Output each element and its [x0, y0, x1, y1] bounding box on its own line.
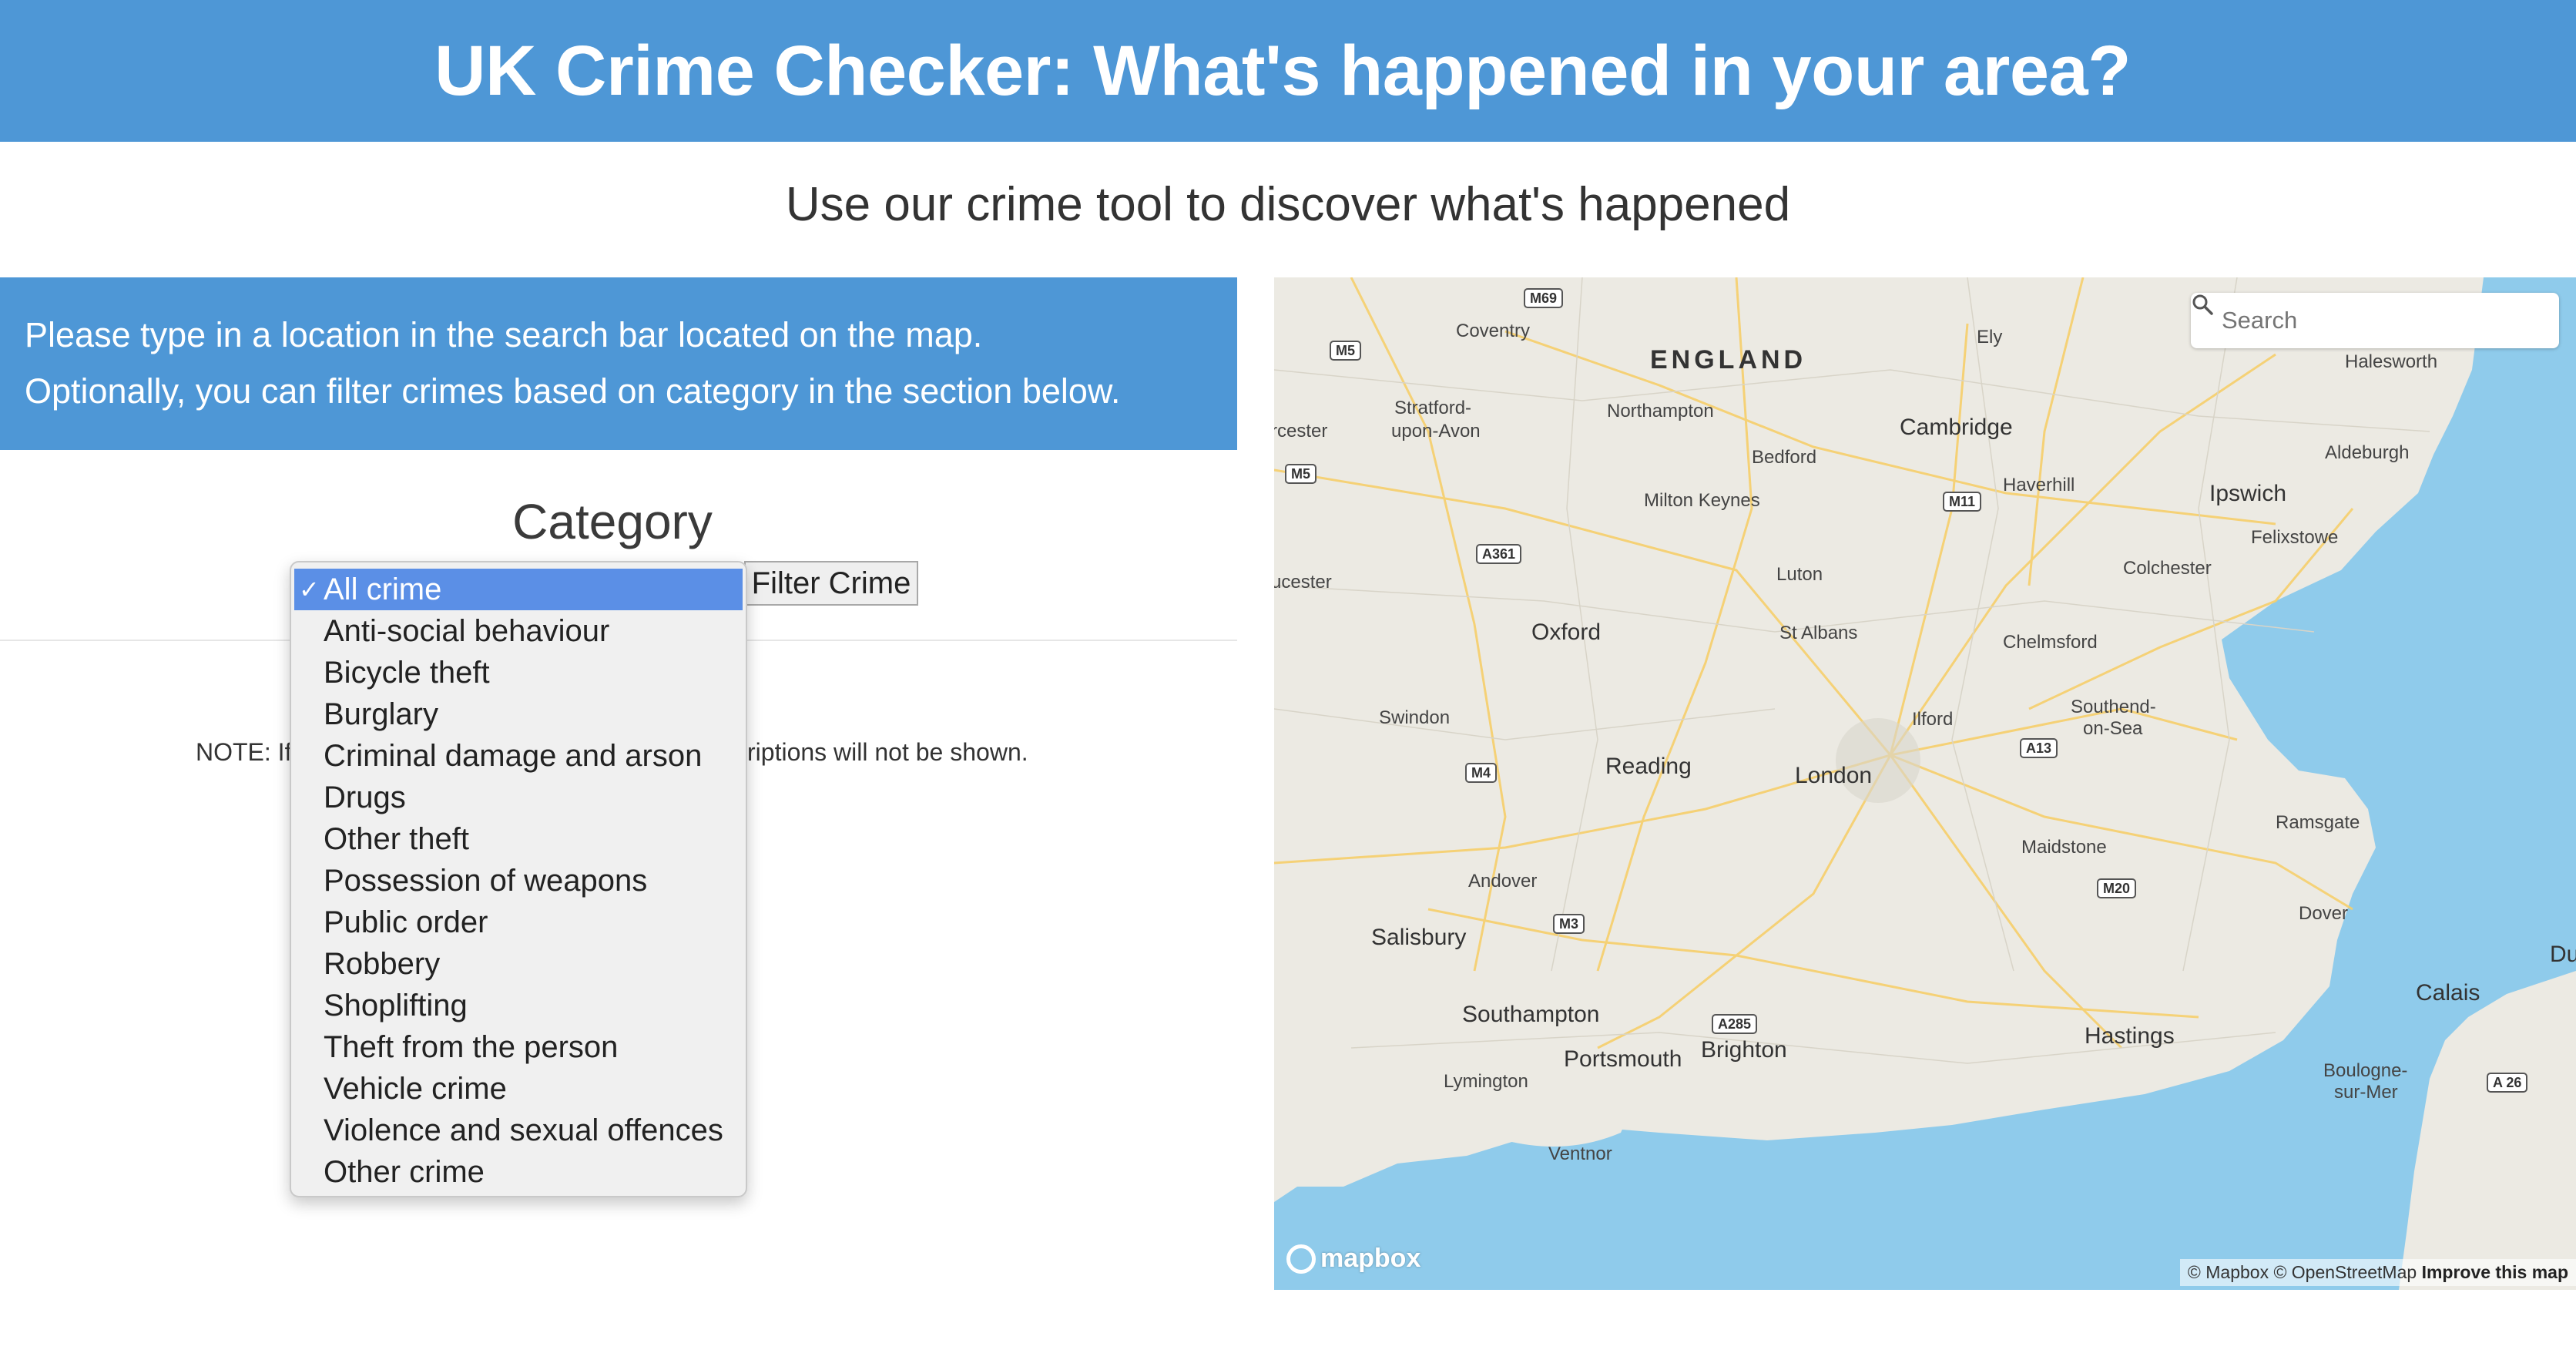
category-option[interactable]: Other crime	[291, 1151, 746, 1193]
category-option[interactable]: Possession of weapons	[291, 860, 746, 902]
road-shield: A285	[1712, 1014, 1758, 1034]
map-place-label: Cambridge	[1900, 415, 2013, 440]
map-place-label: Dover	[2299, 903, 2349, 924]
mapbox-logo[interactable]: mapbox	[1286, 1244, 1420, 1274]
note-text-right: riptions will not be shown.	[747, 738, 1028, 766]
instructions-panel: Please type in a location in the search …	[0, 277, 1237, 450]
map-search-input[interactable]	[2222, 307, 2514, 334]
map-place-label: Andover	[1468, 871, 1538, 892]
category-option[interactable]: Robbery	[291, 943, 746, 985]
category-option[interactable]: Shoplifting	[291, 985, 746, 1026]
map-place-label: Luton	[1776, 564, 1823, 585]
map-place-label: rcester	[1274, 421, 1328, 442]
map-place-label: upon-Avon	[1391, 421, 1481, 442]
map-place-label: sur-Mer	[2334, 1082, 2398, 1103]
filter-crime-button[interactable]: Filter Crime	[744, 561, 918, 606]
map-place-label: Southampton	[1462, 1002, 1600, 1027]
map-search-box[interactable]	[2191, 293, 2559, 348]
road-shield: M4	[1465, 763, 1498, 783]
map-place-label: Stratford-	[1394, 398, 1472, 418]
map-place-label: Lymington	[1444, 1071, 1528, 1092]
map-place-label: Ely	[1977, 327, 2003, 348]
map-place-label: Northampton	[1607, 401, 1714, 421]
map-place-label: Salisbury	[1371, 925, 1467, 950]
checkmark-icon: ✓	[299, 576, 320, 603]
category-label: Category	[512, 494, 713, 549]
page-subtitle: Use our crime tool to discover what's ha…	[785, 178, 1791, 231]
category-option[interactable]: ✓ All crime	[294, 569, 743, 610]
road-shield: M11	[1943, 492, 1982, 512]
map-place-label: Ventnor	[1548, 1143, 1612, 1164]
map-attribution-text[interactable]: © Mapbox © OpenStreetMap	[2188, 1262, 2417, 1282]
map-country-label: ENGLAND	[1650, 345, 1807, 374]
road-shield: A 26	[2487, 1073, 2528, 1093]
road-shield: M3	[1553, 914, 1585, 934]
search-icon	[2192, 294, 2213, 315]
map-place-label: Coventry	[1456, 321, 1531, 341]
map-place-label: Hastings	[2085, 1023, 2175, 1049]
mapbox-logo-icon	[1286, 1244, 1316, 1274]
map-place-label: Reading	[1605, 754, 1692, 779]
map-place-label: Southend-	[2071, 697, 2156, 717]
category-option[interactable]: Vehicle crime	[291, 1068, 746, 1110]
page-header: UK Crime Checker: What's happened in you…	[0, 0, 2576, 142]
road-shield: M20	[2097, 878, 2137, 898]
category-option[interactable]: Public order	[291, 902, 746, 943]
instructions-line-1: Please type in a location in the search …	[25, 315, 983, 354]
map-place-label: Portsmouth	[1564, 1046, 1682, 1072]
map-place-label: Ramsgate	[2276, 812, 2360, 833]
road-shield: M69	[1524, 288, 1564, 308]
page-title: UK Crime Checker: What's happened in you…	[434, 31, 2131, 110]
map-place-label: Du	[2550, 942, 2576, 967]
category-option[interactable]: Drugs	[291, 777, 746, 818]
category-option[interactable]: Criminal damage and arson	[291, 735, 746, 777]
map-attribution: © Mapbox © OpenStreetMap Improve this ma…	[2179, 1259, 2576, 1286]
category-option[interactable]: Other theft	[291, 818, 746, 860]
category-option[interactable]: Anti-social behaviour	[291, 610, 746, 652]
road-shield: M5	[1285, 464, 1317, 484]
category-option[interactable]: Burglary	[291, 693, 746, 735]
road-shield: A13	[2020, 738, 2058, 758]
map-place-label: Swindon	[1379, 707, 1451, 728]
category-dropdown-list[interactable]: ✓ All crime Anti-social behaviour Bicycle…	[290, 561, 747, 1197]
road-shield: M5	[1330, 341, 1362, 361]
map-place-label: Bedford	[1752, 447, 1817, 468]
map-place-label: St Albans	[1779, 623, 1858, 643]
map-place-label: Calais	[2416, 980, 2480, 1006]
map-place-label: Maidstone	[2021, 837, 2107, 858]
crime-map[interactable]: ENGLAND Coventry Ely Halesworth Stratfor…	[1274, 277, 2576, 1290]
map-place-label: Ilford	[1912, 709, 1954, 730]
map-place-label: Aldeburgh	[2325, 442, 2410, 463]
map-place-label: London	[1795, 763, 1873, 788]
map-place-label: Chelmsford	[2003, 632, 2098, 653]
map-place-label: Brighton	[1701, 1037, 1787, 1063]
category-option[interactable]: Bicycle theft	[291, 652, 746, 693]
category-option[interactable]: Theft from the person	[291, 1026, 746, 1068]
map-place-label: Felixstowe	[2251, 527, 2339, 548]
map-place-label: Boulogne-	[2323, 1060, 2408, 1081]
map-place-label: Haverhill	[2003, 475, 2075, 495]
note-text: NOTE: If riptions will not be shown.	[196, 738, 1028, 767]
map-place-label: Colchester	[2123, 558, 2212, 579]
instructions-line-2: Optionally, you can filter crimes based …	[25, 371, 1121, 411]
map-place-label: Milton Keynes	[1644, 490, 1760, 511]
map-place-label: ucester	[1274, 572, 1332, 593]
note-text-left: NOTE: If	[196, 738, 292, 766]
road-shield: A361	[1476, 544, 1522, 564]
improve-map-link[interactable]: Improve this map	[2422, 1262, 2568, 1282]
map-place-label: Oxford	[1531, 620, 1602, 645]
map-place-label: Ipswich	[2209, 481, 2287, 506]
map-place-label: on-Sea	[2083, 718, 2143, 739]
category-option[interactable]: Violence and sexual offences	[291, 1110, 746, 1151]
map-place-label: Halesworth	[2345, 351, 2438, 372]
